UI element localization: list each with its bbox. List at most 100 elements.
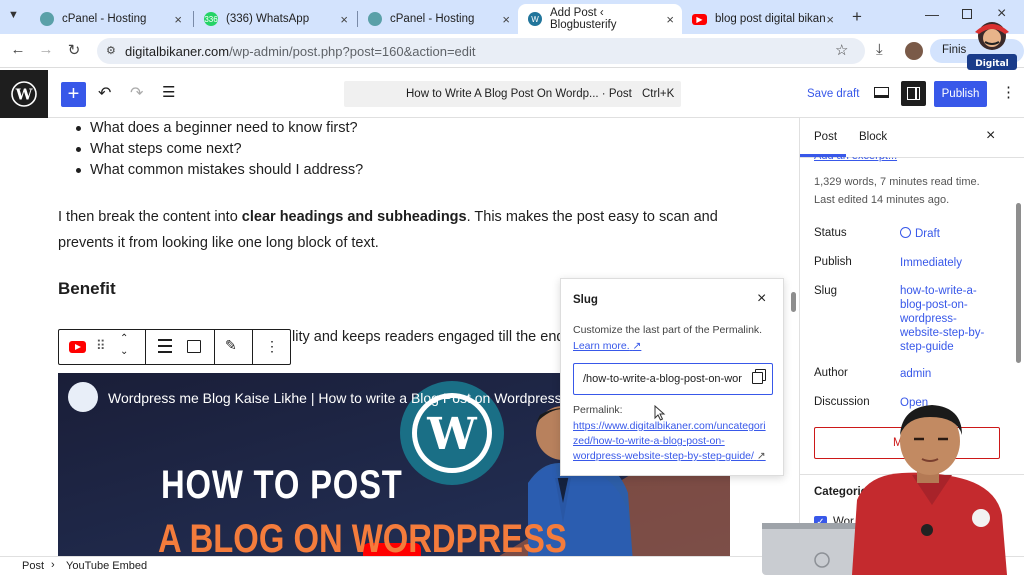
browser-tab-whatsapp[interactable]: 336 (336) WhatsApp × [194, 4, 356, 34]
youtube-icon: ▶ [692, 13, 707, 25]
minimize-window-icon[interactable]: — [925, 6, 939, 22]
draft-status-icon [900, 227, 911, 238]
tab-title: Add Post ‹ Blogbusterify [550, 7, 617, 31]
slug-value[interactable]: how-to-write-a- blog-post-on- wordpress-… [900, 284, 984, 354]
save-draft-button[interactable]: Save draft [807, 88, 859, 100]
video-title[interactable]: Wordpress me Blog Kaise Likhe | How to w… [108, 390, 562, 406]
align-icon[interactable] [158, 339, 172, 353]
block-toolbar: ⠿ ⌃ ⌄ ✎ ⋮ [58, 329, 291, 365]
profile-avatar[interactable] [905, 42, 923, 60]
browser-tab-add-post[interactable]: W Add Post ‹ Blogbusterify × [518, 4, 682, 34]
svg-text:Digital: Digital [975, 59, 1009, 69]
list-item[interactable]: What does a beginner need to know first? [76, 120, 358, 136]
reload-icon[interactable]: ↻ [64, 41, 84, 59]
paragraph-block[interactable]: I then break the content into clear head… [58, 204, 718, 256]
list-item[interactable]: What common mistakes should I address? [75, 162, 363, 178]
browser-tab-strip: ▼ cPanel - Hosting × 336 (336) WhatsApp … [0, 0, 1024, 34]
tab-title: blog post digital bikana [715, 13, 825, 25]
tab-post[interactable]: Post [814, 131, 837, 143]
sidebar-scrollbar[interactable] [1016, 203, 1021, 363]
breadcrumb-youtube-embed[interactable]: YouTube Embed [66, 560, 147, 572]
add-block-button[interactable]: + [61, 82, 86, 107]
channel-avatar[interactable] [68, 382, 98, 412]
editor-scrollbar[interactable] [791, 292, 796, 312]
settings-sidebar-toggle-icon[interactable] [901, 81, 926, 106]
bookmark-star-icon[interactable]: ☆ [835, 41, 848, 59]
status-label: Status [814, 227, 847, 239]
caption-icon[interactable] [187, 340, 201, 353]
mouse-cursor [654, 405, 666, 421]
publish-label: Publish [814, 256, 852, 268]
svg-text:W: W [15, 86, 34, 104]
editor-header: W + ↶ ↷ ☰ How to Write A Blog Post On Wo… [0, 70, 1024, 118]
redo-icon[interactable]: ↷ [130, 83, 143, 103]
browser-toolbar: ← → ↻ ⚙ digitalbikaner.com/wp-admin/post… [0, 22, 1024, 70]
heading-block[interactable]: Benefit [58, 279, 116, 299]
back-icon[interactable]: ← [8, 41, 28, 58]
publish-value[interactable]: Immediately [900, 256, 962, 270]
drag-handle-icon[interactable]: ⠿ [96, 338, 106, 354]
wordpress-icon: W [528, 12, 542, 26]
url-text[interactable]: digitalbikaner.com/wp-admin/post.php?pos… [125, 44, 476, 59]
webcam-overlay [762, 405, 1024, 575]
popover-title: Slug [573, 294, 598, 306]
close-icon[interactable]: × [174, 12, 182, 27]
breadcrumb-post[interactable]: Post [22, 560, 44, 572]
forward-icon[interactable]: → [36, 41, 56, 58]
last-edited: Last edited 14 minutes ago. [814, 194, 950, 206]
paragraph-block[interactable]: lity and keeps readers engaged till the … [292, 329, 564, 345]
wordpress-logo-icon[interactable]: W [0, 70, 48, 118]
permalink-link[interactable]: https://www.digitalbikaner.com/uncategor… [573, 419, 766, 464]
edit-url-pencil-icon[interactable]: ✎ [225, 337, 237, 354]
site-info-icon[interactable]: ⚙ [106, 44, 116, 57]
tab-block[interactable]: Block [859, 131, 887, 143]
browser-tab-cpanel-2[interactable]: cPanel - Hosting × [358, 4, 518, 34]
tab-title: cPanel - Hosting [62, 13, 147, 25]
close-icon[interactable]: × [340, 12, 348, 27]
close-icon[interactable]: × [502, 12, 510, 27]
learn-more-link[interactable]: Learn more. ↗ [573, 340, 641, 352]
address-bar[interactable]: ⚙ digitalbikaner.com/wp-admin/post.php?p… [97, 38, 865, 64]
tab-list-chevron-icon[interactable]: ▼ [8, 9, 19, 21]
slug-popover: Slug × Customize the last part of the Pe… [560, 278, 784, 476]
browser-tab-youtube[interactable]: ▶ blog post digital bikana × [682, 4, 842, 34]
preview-icon[interactable] [874, 87, 889, 98]
download-icon[interactable]: ⤓ [876, 41, 883, 58]
thumbnail-headline: HOW TO POST [161, 463, 403, 507]
thumbnail-subheadline: A BLOG ON WORDPRESS [158, 517, 567, 556]
permalink-label: Permalink: [573, 404, 623, 416]
channel-logo: Digital [963, 16, 1021, 74]
word-count: 1,329 words, 7 minutes read time. [814, 176, 980, 188]
author-label: Author [814, 367, 848, 379]
whatsapp-icon: 336 [204, 12, 218, 26]
slug-label: Slug [814, 285, 838, 297]
slug-description: Customize the last part of the Permalink… [573, 324, 763, 336]
publish-button[interactable]: Publish [934, 81, 987, 107]
undo-icon[interactable]: ↶ [98, 83, 111, 103]
status-value[interactable]: Draft [900, 227, 940, 241]
close-sidebar-icon[interactable]: × [986, 127, 995, 145]
command-title: How to Write A Blog Post On Wordp... · P… [406, 88, 632, 100]
move-up-icon[interactable]: ⌃ [120, 333, 128, 344]
list-item[interactable]: What steps come next? [76, 141, 242, 157]
slug-input[interactable]: /how-to-write-a-blog-post-on-wor [573, 363, 773, 395]
new-tab-button[interactable]: + [852, 7, 862, 27]
options-menu-icon[interactable]: ⋮ [1001, 83, 1016, 101]
youtube-block-icon[interactable] [69, 341, 86, 353]
copy-icon[interactable] [752, 372, 763, 384]
cpanel-icon [368, 12, 382, 26]
svg-text:W: W [426, 409, 477, 460]
cpanel-icon [40, 12, 54, 26]
close-icon[interactable]: × [666, 12, 674, 27]
document-overview-icon[interactable]: ☰ [162, 83, 175, 101]
close-icon[interactable]: × [826, 12, 834, 27]
move-down-icon[interactable]: ⌄ [120, 346, 128, 357]
close-popover-icon[interactable]: × [757, 290, 766, 308]
author-value[interactable]: admin [900, 367, 931, 381]
block-options-icon[interactable]: ⋮ [265, 338, 279, 355]
external-link-icon: ↗ [632, 340, 642, 352]
command-palette-bar[interactable]: How to Write A Blog Post On Wordp... · P… [344, 81, 681, 107]
browser-tab-cpanel-1[interactable]: cPanel - Hosting × [30, 4, 190, 34]
tab-title: cPanel - Hosting [390, 13, 475, 25]
shortcut-hint: Ctrl+K [642, 88, 675, 100]
